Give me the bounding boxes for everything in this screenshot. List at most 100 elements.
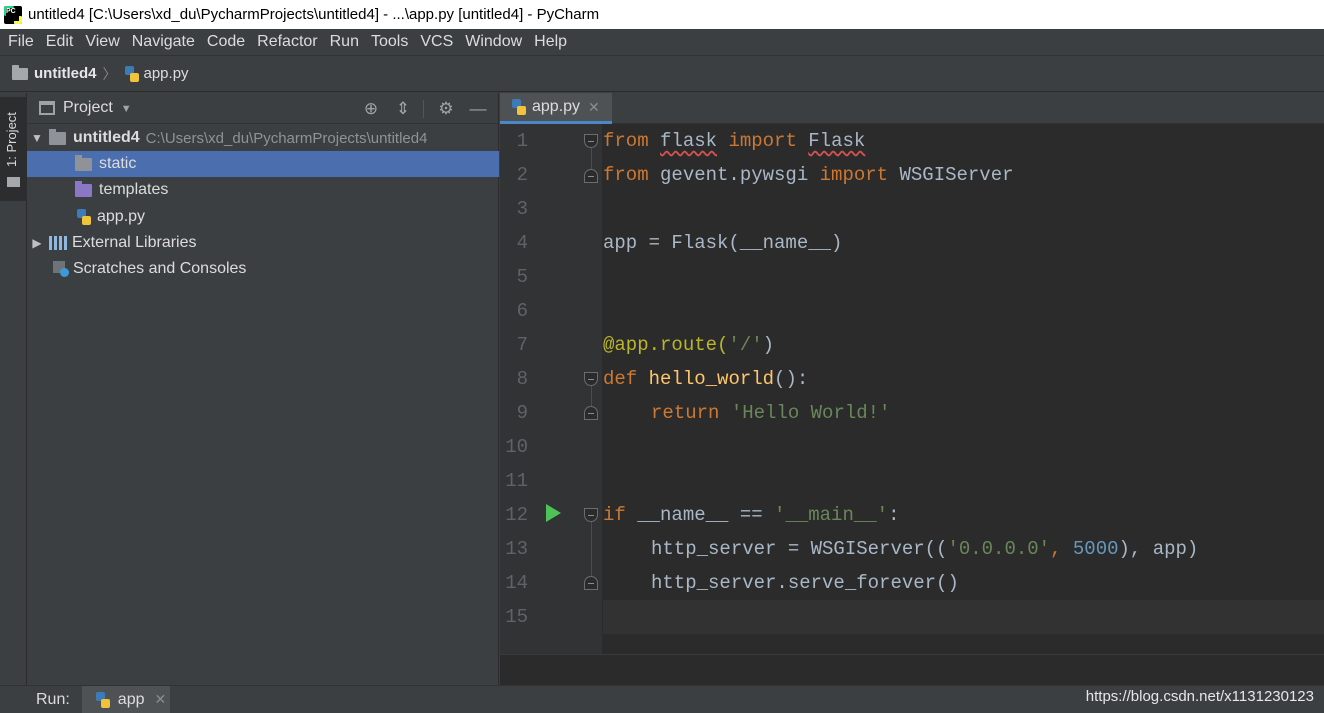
python-run-icon bbox=[95, 691, 110, 708]
tree-item-scratches[interactable]: Scratches and Consoles bbox=[27, 256, 499, 282]
folder-icon bbox=[49, 128, 66, 145]
module-name: flask bbox=[660, 130, 718, 152]
tree-item-static[interactable]: static bbox=[27, 151, 499, 177]
keyword: from bbox=[603, 130, 649, 152]
line-number: 9 bbox=[516, 402, 528, 424]
gear-icon[interactable]: ⚙ bbox=[436, 99, 456, 119]
chevron-down-icon[interactable]: ▼ bbox=[121, 103, 132, 115]
menu-navigate[interactable]: Navigate bbox=[128, 33, 199, 51]
run-tab-app[interactable]: app ✕ bbox=[81, 685, 170, 713]
line-number: 10 bbox=[505, 436, 528, 458]
fold-toggle-icon[interactable] bbox=[584, 576, 598, 590]
fold-toggle-icon[interactable] bbox=[584, 508, 598, 522]
locate-icon[interactable]: ⊕ bbox=[361, 99, 381, 119]
tree-item-label: untitled4 bbox=[73, 129, 140, 146]
menu-refactor[interactable]: Refactor bbox=[253, 33, 321, 51]
editor-tab-label: app.py bbox=[532, 98, 581, 115]
tree-item-app-py[interactable]: app.py bbox=[27, 204, 499, 230]
code-line: def hello_world(): bbox=[603, 362, 1324, 396]
run-tool-bar: Run: app ✕ https://blog.csdn.net/x113123… bbox=[0, 685, 1324, 713]
code-text: (): bbox=[774, 368, 809, 390]
tree-item-label: Scratches and Consoles bbox=[73, 260, 247, 277]
fold-toggle-icon[interactable] bbox=[584, 372, 598, 386]
tree-item-external-libraries[interactable]: ▶ External Libraries bbox=[27, 230, 499, 256]
code-line: from gevent.pywsgi import WSGIServer bbox=[603, 158, 1324, 192]
keyword: return bbox=[651, 402, 720, 424]
line-number: 6 bbox=[516, 300, 528, 322]
fold-toggle-icon[interactable] bbox=[584, 169, 598, 183]
code-line: @app.route('/') bbox=[603, 328, 1324, 362]
watermark-text: https://blog.csdn.net/x1131230123 bbox=[1085, 688, 1314, 705]
code-text: __name__ == bbox=[637, 504, 775, 526]
menu-run[interactable]: Run bbox=[326, 33, 363, 51]
editor-bottom-area bbox=[500, 654, 1324, 685]
function-name: hello_world bbox=[648, 368, 775, 390]
breadcrumb-file[interactable]: app.py bbox=[144, 65, 189, 82]
line-number: 1 bbox=[516, 130, 528, 152]
python-file-icon bbox=[77, 209, 91, 225]
scratches-icon bbox=[53, 261, 69, 277]
line-number: 15 bbox=[505, 606, 528, 628]
templates-folder-icon bbox=[75, 180, 92, 197]
expand-arrow-icon[interactable]: ▶ bbox=[31, 236, 43, 250]
menu-window[interactable]: Window bbox=[461, 33, 526, 51]
code-line: app = Flask(__name__) bbox=[603, 226, 1324, 260]
fold-toggle-icon[interactable] bbox=[584, 134, 598, 148]
editor-tab-app-py[interactable]: app.py ✕ bbox=[500, 93, 612, 124]
run-icon[interactable] bbox=[546, 504, 561, 522]
code-text: ), app) bbox=[1118, 538, 1199, 560]
python-file-icon bbox=[512, 99, 526, 115]
module-name: gevent.pywsgi bbox=[660, 164, 809, 186]
folder-icon bbox=[12, 64, 28, 80]
project-tool-tab[interactable]: 1: Project bbox=[0, 97, 27, 201]
menu-view[interactable]: View bbox=[81, 33, 123, 51]
code-line: http_server = WSGIServer(('0.0.0.0', 500… bbox=[603, 532, 1324, 566]
string-literal: '0.0.0.0' bbox=[947, 538, 1051, 560]
menu-help[interactable]: Help bbox=[530, 33, 571, 51]
decorator: @app.route( bbox=[603, 334, 729, 356]
code-line: http_server.serve_forever() bbox=[603, 566, 1324, 600]
minimize-icon[interactable]: — bbox=[468, 99, 488, 119]
navigation-bar: untitled4 〉 app.py bbox=[0, 56, 1324, 92]
collapse-all-icon[interactable]: ⇕ bbox=[393, 99, 413, 119]
close-tab-icon[interactable]: ✕ bbox=[155, 691, 167, 708]
keyword: def bbox=[603, 368, 638, 390]
tree-item-untitled4[interactable]: ▼ untitled4 C:\Users\xd_du\PycharmProjec… bbox=[27, 125, 499, 151]
menu-bar: File Edit View Navigate Code Refactor Ru… bbox=[0, 29, 1324, 56]
line-number: 5 bbox=[516, 266, 528, 288]
project-window-icon bbox=[39, 101, 55, 115]
menu-vcs[interactable]: VCS bbox=[416, 33, 457, 51]
pycharm-logo-icon: PC bbox=[4, 5, 22, 24]
menu-code[interactable]: Code bbox=[203, 33, 249, 51]
menu-edit[interactable]: Edit bbox=[42, 33, 78, 51]
menu-tools[interactable]: Tools bbox=[367, 33, 412, 51]
string-literal: '__main__' bbox=[774, 504, 889, 526]
title-bar: PC untitled4 [C:\Users\xd_du\PycharmProj… bbox=[0, 0, 1324, 29]
code-area[interactable]: from flask import Flask from gevent.pyws… bbox=[603, 124, 1324, 654]
project-view-selector[interactable]: Project bbox=[63, 99, 113, 117]
tree-item-label: External Libraries bbox=[72, 234, 197, 251]
left-tool-strip: 1: Project bbox=[0, 93, 27, 685]
tree-item-label: static bbox=[99, 155, 137, 172]
fold-toggle-icon[interactable] bbox=[584, 406, 598, 420]
folder-icon bbox=[75, 154, 92, 171]
tree-item-templates[interactable]: templates bbox=[27, 177, 499, 203]
code-text: http_server.serve_forever() bbox=[651, 572, 959, 594]
line-number: 2 bbox=[516, 164, 528, 186]
project-panel-header: Project ▼ ⊕ ⇕ ⚙ — bbox=[27, 93, 498, 124]
code-line: return 'Hello World!' bbox=[603, 396, 1324, 430]
keyword: if bbox=[603, 504, 626, 526]
line-number: 3 bbox=[516, 198, 528, 220]
folder-icon bbox=[7, 177, 20, 187]
imported-name: WSGIServer bbox=[899, 164, 1014, 186]
tree-item-path: C:\Users\xd_du\PycharmProjects\untitled4 bbox=[145, 129, 428, 147]
project-panel: Project ▼ ⊕ ⇕ ⚙ — ▼ untitled4 C:\Users\x… bbox=[27, 93, 499, 685]
breadcrumb-project[interactable]: untitled4 bbox=[34, 65, 97, 82]
code-text: : bbox=[888, 504, 900, 526]
close-tab-icon[interactable]: ✕ bbox=[588, 99, 600, 116]
code-text: http_server = WSGIServer(( bbox=[651, 538, 948, 560]
menu-file[interactable]: File bbox=[4, 33, 38, 51]
expand-arrow-icon[interactable]: ▼ bbox=[31, 131, 43, 145]
line-number: 8 bbox=[516, 368, 528, 390]
keyword: import bbox=[819, 164, 889, 186]
